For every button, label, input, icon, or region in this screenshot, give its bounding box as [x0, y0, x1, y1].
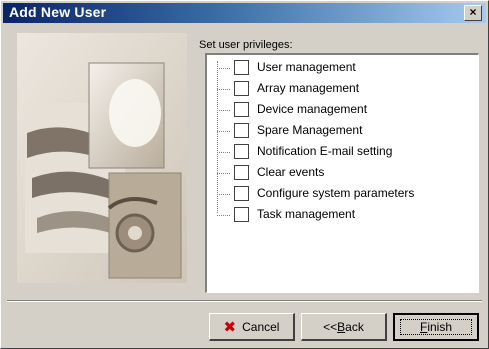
- tree-branch: [217, 173, 230, 174]
- privilege-label: Clear events: [257, 165, 325, 179]
- privilege-item-device-management[interactable]: Device management: [217, 101, 472, 119]
- tree-branch: [217, 152, 230, 153]
- tree-branch: [217, 110, 230, 111]
- button-separator: [7, 300, 482, 302]
- privilege-item-clear-events[interactable]: Clear events: [217, 164, 472, 182]
- close-button[interactable]: ×: [464, 5, 482, 21]
- task-management-checkbox[interactable]: [234, 207, 249, 222]
- device-management-checkbox[interactable]: [234, 102, 249, 117]
- dialog-title: Add New User: [9, 4, 107, 20]
- privilege-label: Spare Management: [257, 123, 363, 137]
- privilege-label: Task management: [257, 207, 356, 221]
- tree-branch: [217, 215, 230, 216]
- notification-email-checkbox[interactable]: [234, 144, 249, 159]
- privilege-item-array-management[interactable]: Array management: [217, 80, 472, 98]
- privilege-label: Configure system parameters: [257, 186, 415, 200]
- privileges-label: Set user privileges:: [199, 39, 293, 51]
- privilege-item-user-management[interactable]: User management: [217, 59, 472, 77]
- title-bar[interactable]: Add New User ×: [3, 3, 486, 23]
- configure-system-checkbox[interactable]: [234, 186, 249, 201]
- back-label: <<Back: [323, 319, 364, 334]
- privilege-item-notification-email[interactable]: Notification E-mail setting: [217, 143, 472, 161]
- privilege-label: Device management: [257, 102, 368, 116]
- array-management-checkbox[interactable]: [234, 81, 249, 96]
- finish-button[interactable]: Finish: [393, 313, 479, 341]
- tree-branch: [217, 89, 230, 90]
- privileges-tree[interactable]: User management Array management Device …: [205, 53, 479, 293]
- privilege-item-task-management[interactable]: Task management: [217, 206, 472, 224]
- add-user-dialog: Add New User × Set user privileges: User…: [0, 0, 489, 349]
- close-icon: ×: [469, 5, 477, 19]
- spare-management-checkbox[interactable]: [234, 123, 249, 138]
- clear-events-checkbox[interactable]: [234, 165, 249, 180]
- cancel-x-icon: ✖: [223, 317, 237, 336]
- focus-rectangle: [400, 319, 472, 335]
- privilege-label: User management: [257, 60, 356, 74]
- tree-branch: [217, 68, 230, 69]
- wizard-banner-image: [17, 33, 187, 283]
- cancel-label: Cancel: [242, 319, 280, 334]
- privilege-item-configure-system[interactable]: Configure system parameters: [217, 185, 472, 203]
- privilege-label: Notification E-mail setting: [257, 144, 393, 158]
- tree-branch: [217, 131, 230, 132]
- wizard-artwork: [17, 33, 187, 283]
- privilege-label: Array management: [257, 81, 360, 95]
- back-button[interactable]: <<Back: [301, 313, 387, 341]
- cancel-button[interactable]: ✖ Cancel: [209, 313, 295, 341]
- user-management-checkbox[interactable]: [234, 60, 249, 75]
- privilege-item-spare-management[interactable]: Spare Management: [217, 122, 472, 140]
- tree-branch: [217, 194, 230, 195]
